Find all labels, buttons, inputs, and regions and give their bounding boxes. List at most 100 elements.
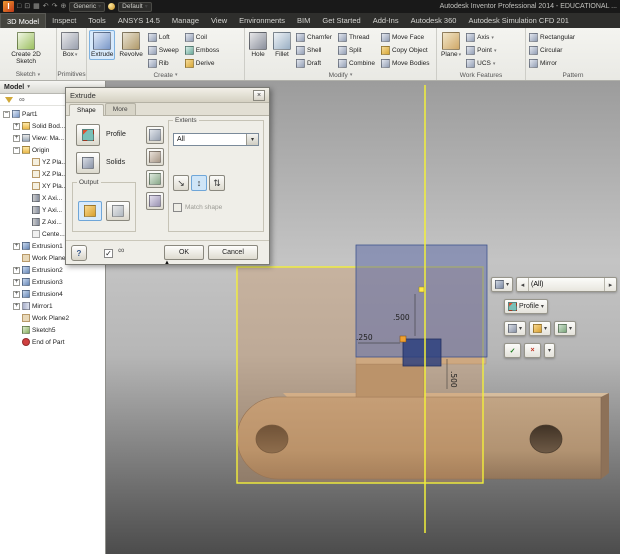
move-face-button[interactable]: Move Face [380,31,431,44]
minibar-options-button[interactable]: ▾ [544,343,556,358]
intersect-button[interactable] [146,170,164,188]
expander-icon[interactable]: + [13,266,20,274]
tree-item-extrusion4[interactable]: + Extrusion4 [0,288,105,300]
expander-icon[interactable]: − [3,110,10,118]
output-solid-button[interactable] [78,201,102,221]
expander-icon[interactable]: + [13,278,20,286]
solids-mini-button[interactable]: ▾ [504,321,527,336]
expander-icon[interactable]: + [13,242,20,250]
join-button[interactable] [146,126,164,144]
dialog-titlebar[interactable]: Extrude × [66,88,269,103]
redo-icon[interactable]: ↷ [52,3,58,10]
expander-icon[interactable]: + [13,290,20,298]
panel-label-work-features[interactable]: Work Features [437,70,525,80]
panel-label-create[interactable]: Create ▾ [87,70,244,80]
expander-icon[interactable] [23,207,30,214]
dialog-close-button[interactable]: × [253,89,265,101]
tab-tools[interactable]: Tools [82,13,112,28]
tab-more[interactable]: More [104,103,136,115]
sketch-vertex-marker[interactable] [399,335,407,343]
tab-inspect[interactable]: Inspect [46,13,82,28]
dialog-expander[interactable]: ▲ [164,260,170,266]
point-button[interactable]: Point ▾ [465,44,497,57]
new-file-icon[interactable]: □ [17,3,21,10]
expander-icon[interactable] [13,315,20,322]
derive-button[interactable]: Derive [184,57,220,70]
axis-button[interactable]: Axis ▾ [465,31,497,44]
tab-shape[interactable]: Shape [69,104,104,116]
combine-button[interactable]: Combine [337,57,376,70]
circular-pattern-button[interactable]: Circular [528,44,576,57]
panel-label-pattern[interactable]: Pattern [526,70,620,80]
apply-button[interactable]: ✓ [504,343,521,358]
dimension-500[interactable]: .500 [393,313,410,322]
move-bodies-button[interactable]: Move Bodies [380,57,431,70]
tree-item-end-of-part[interactable]: End of Part [0,336,105,348]
expander-icon[interactable]: − [13,146,20,154]
hole-button[interactable]: Hole [247,30,269,60]
help-button[interactable]: ? [71,245,87,261]
tab-environments[interactable]: Environments [233,13,291,28]
save-icon[interactable]: ▦ [33,3,40,10]
tree-item-extrusion3[interactable]: + Extrusion3 [0,276,105,288]
dismiss-button[interactable]: × [524,343,541,358]
open-file-icon[interactable]: ⊡ [24,3,30,10]
plate-side-face[interactable] [601,393,609,479]
tab-view[interactable]: View [205,13,233,28]
thread-button[interactable]: Thread [337,31,376,44]
revolve-button[interactable]: Revolve [117,30,144,60]
expander-icon[interactable]: + [13,122,20,130]
copy-object-button[interactable]: Copy Object [380,44,431,57]
preview-checkbox[interactable]: ✓ [104,249,113,258]
symmetric-button[interactable]: ⇅ [209,175,225,191]
loft-button[interactable]: Loft [147,31,180,44]
spin-left-icon[interactable]: ◂ [517,281,528,289]
selected-profile[interactable] [402,338,442,367]
expander-icon[interactable]: + [13,302,20,310]
tree-item-work-plane2[interactable]: Work Plane2 [0,312,105,324]
tree-item-mirror1[interactable]: + Mirror1 [0,300,105,312]
center-point-marker[interactable] [418,286,425,293]
select-icon[interactable]: ⊕ [60,3,66,10]
expander-icon[interactable]: + [13,134,20,142]
filter-icon[interactable] [5,96,13,103]
dimension-250[interactable]: .250 [356,333,373,342]
expander-icon[interactable] [13,327,20,334]
inventor-logo-icon[interactable]: I [3,1,14,12]
direction1-button[interactable]: ↘ [173,175,189,191]
fillet-button[interactable]: Fillet [271,30,293,60]
expander-icon[interactable] [23,195,30,202]
create-2d-sketch-button[interactable]: Create 2D Sketch [2,30,50,68]
extents-dropdown[interactable]: All ▾ [173,133,259,146]
extrude-button[interactable]: Extrude [89,30,116,60]
tab-simulation-cfd[interactable]: Autodesk Simulation CFD 201 [462,13,574,28]
output-surface-button[interactable] [106,201,130,221]
tree-item-sketch5[interactable]: Sketch5 [0,324,105,336]
expander-icon[interactable] [23,159,30,166]
cut-button[interactable] [146,148,164,166]
cancel-button[interactable]: Cancel [208,245,258,260]
undo-icon[interactable]: ↶ [43,3,49,10]
plane-button[interactable]: Plane ▾ [439,30,463,60]
tree-item-extrusion2[interactable]: + Extrusion2 [0,264,105,276]
box-button[interactable]: Box ▾ [59,30,81,60]
chevron-down-icon[interactable]: ▾ [246,134,258,145]
profile-select-button[interactable] [76,124,100,146]
tab-3d-model[interactable]: 3D Model [0,13,47,28]
expander-icon[interactable] [23,219,30,226]
shell-button[interactable]: Shell [295,44,333,57]
tab-autodesk-360[interactable]: Autodesk 360 [405,13,463,28]
expander-icon[interactable] [23,171,30,178]
ok-button[interactable]: OK [164,245,204,260]
new-solid-button[interactable] [146,192,164,210]
rectangular-pattern-button[interactable]: Rectangular [528,31,576,44]
expander-icon[interactable] [13,255,20,262]
rib-button[interactable]: Rib [147,57,180,70]
tab-bim[interactable]: BIM [291,13,316,28]
tab-get-started[interactable]: Get Started [316,13,366,28]
sweep-button[interactable]: Sweep [147,44,180,57]
tab-add-ins[interactable]: Add-Ins [367,13,405,28]
panel-label-primitives[interactable]: Primitives [57,69,86,80]
spin-right-icon[interactable]: ▸ [605,281,616,289]
profile-mini-button[interactable]: Profile ▾ [504,299,548,314]
